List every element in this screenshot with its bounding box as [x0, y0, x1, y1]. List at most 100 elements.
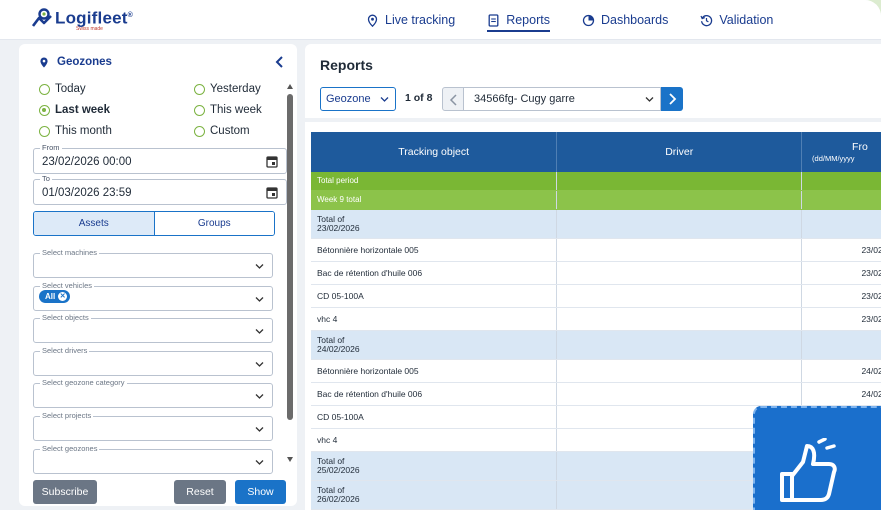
nav-validation[interactable]: Validation	[700, 0, 773, 40]
chevron-down-icon	[255, 297, 264, 302]
table-total-row[interactable]: Total of 23/02/2026	[311, 209, 881, 239]
cell-tracking-object: Week 9 total	[311, 190, 558, 210]
table-group-row[interactable]: Total period	[311, 172, 881, 191]
table-group-row[interactable]: Week 9 total	[311, 190, 881, 210]
top-navigation-bar: Logifleet® Swiss made Live tracking Repo…	[0, 0, 881, 40]
cell-driver	[556, 261, 803, 285]
select-objects[interactable]: Select objects	[33, 314, 273, 343]
pager-count: 1 of 8	[405, 92, 433, 104]
cell-tracking-object: Total of 23/02/2026	[311, 209, 558, 239]
table-row[interactable]: CD 05-100A 23/02/2026	[311, 284, 881, 308]
radio-checked-icon	[39, 104, 50, 116]
tab-assets[interactable]: Assets	[34, 212, 155, 235]
selected-chip-all[interactable]: All ✕	[39, 290, 71, 303]
calendar-icon[interactable]	[266, 155, 278, 168]
reset-button[interactable]: Reset	[174, 480, 226, 504]
filter-panel: Geozones Today Yesterday Last week This …	[19, 44, 297, 506]
calendar-icon[interactable]	[266, 186, 278, 199]
cell-tracking-object: vhc 4	[311, 307, 558, 331]
location-pin-icon	[40, 57, 48, 67]
brand-tagline: Swiss made	[76, 26, 103, 32]
filter-scrollbar[interactable]	[287, 84, 293, 462]
chip-remove-icon[interactable]: ✕	[58, 292, 68, 301]
radio-last-week[interactable]: Last week	[39, 102, 194, 118]
geozone-page-select[interactable]: 34566fg- Cugy garre	[464, 87, 661, 111]
cell-tracking-object: Total period	[311, 172, 558, 191]
cell-tracking-object: Total of 26/02/2026	[311, 480, 558, 510]
cell-driver	[556, 284, 803, 308]
cell-tracking-object: Bac de rétention d'huile 006	[311, 382, 558, 406]
previous-page-button[interactable]	[442, 87, 464, 111]
period-radio-group: Today Yesterday Last week This week This…	[39, 81, 289, 139]
collapse-panel-icon[interactable]	[273, 55, 287, 69]
subscribe-button[interactable]: Subscribe	[33, 480, 97, 504]
from-date-field[interactable]: From 23/02/2026 00:00	[33, 144, 287, 174]
cell-from-date	[801, 172, 881, 191]
radio-circle-icon	[39, 125, 50, 137]
radio-today[interactable]: Today	[39, 81, 194, 97]
cell-from-date: 23/02/2026	[801, 284, 881, 308]
nav-label: Validation	[719, 13, 774, 27]
cell-from-date: 24/02/2026	[801, 382, 881, 406]
cell-driver	[556, 172, 803, 191]
cell-driver	[556, 382, 803, 406]
column-driver[interactable]: Driver	[556, 132, 803, 172]
table-row[interactable]: vhc 4 23/02/2026	[311, 307, 881, 331]
chevron-down-icon	[255, 362, 264, 367]
table-total-row[interactable]: Total of 24/02/2026	[311, 330, 881, 360]
cell-from-date: 23/02/2026	[801, 261, 881, 285]
select-vehicles[interactable]: Select vehicles All ✕	[33, 282, 273, 311]
table-row[interactable]: Bétonnière horizontale 005 24/02/2026	[311, 359, 881, 383]
nav-label: Reports	[506, 13, 550, 27]
nav-reports[interactable]: Reports	[487, 0, 550, 40]
select-machines[interactable]: Select machines	[33, 249, 273, 278]
app-window: Logifleet® Swiss made Live tracking Repo…	[0, 0, 881, 510]
cell-tracking-object: Bac de rétention d'huile 006	[311, 261, 558, 285]
scrollbar-thumb[interactable]	[287, 94, 293, 420]
radio-circle-icon	[194, 125, 205, 137]
next-page-button[interactable]	[661, 87, 683, 111]
reports-header: Reports Geozone 1 of 8 34566fg- Cugy gar…	[305, 44, 881, 118]
chevron-down-icon	[255, 264, 264, 269]
cell-driver	[556, 330, 803, 360]
nav-live-tracking[interactable]: Live tracking	[366, 0, 455, 40]
radio-this-month[interactable]: This month	[39, 123, 194, 139]
select-geozones[interactable]: Select geozones	[33, 445, 273, 474]
scroll-down-arrow-icon[interactable]	[287, 457, 293, 462]
tab-groups[interactable]: Groups	[154, 212, 274, 235]
cell-from-date	[801, 209, 881, 239]
column-from[interactable]: Fro (dd/MM/yyyy	[801, 132, 881, 172]
report-type-select[interactable]: Geozone	[320, 87, 396, 111]
table-row[interactable]: Bac de rétention d'huile 006 23/02/2026	[311, 261, 881, 285]
show-button[interactable]: Show	[235, 480, 286, 504]
thumbs-up-icon	[780, 438, 837, 502]
radio-custom[interactable]: Custom	[194, 123, 294, 139]
cell-from-date: 23/02/2026	[801, 307, 881, 331]
table-row[interactable]: Bac de rétention d'huile 006 24/02/2026	[311, 382, 881, 406]
history-icon	[700, 14, 713, 26]
radio-yesterday[interactable]: Yesterday	[194, 81, 294, 97]
cell-from-date: 24/02/2026	[801, 359, 881, 383]
chevron-down-icon	[255, 460, 264, 465]
to-date-field[interactable]: To 01/03/2026 23:59	[33, 175, 287, 205]
cell-driver	[556, 238, 803, 262]
scroll-up-arrow-icon[interactable]	[287, 84, 293, 89]
cell-tracking-object: vhc 4	[311, 428, 558, 452]
feedback-badge[interactable]	[753, 406, 881, 510]
table-row[interactable]: Bétonnière horizontale 005 23/02/2026	[311, 238, 881, 262]
chevron-down-icon	[255, 394, 264, 399]
select-geozone-category[interactable]: Select geozone category	[33, 379, 273, 408]
cell-from-date	[801, 190, 881, 210]
select-drivers[interactable]: Select drivers	[33, 347, 273, 376]
cell-tracking-object: Bétonnière horizontale 005	[311, 238, 558, 262]
cell-tracking-object: Bétonnière horizontale 005	[311, 359, 558, 383]
cell-from-date: 23/02/2026	[801, 238, 881, 262]
select-projects[interactable]: Select projects	[33, 412, 273, 441]
cell-tracking-object: CD 05-100A	[311, 405, 558, 429]
table-header-row: Tracking object Driver Fro (dd/MM/yyyy	[311, 132, 881, 172]
column-tracking-object[interactable]: Tracking object	[311, 132, 558, 172]
nav-dashboards[interactable]: Dashboards	[582, 0, 668, 40]
logifleet-logo[interactable]: Logifleet® Swiss made	[32, 6, 133, 34]
radio-this-week[interactable]: This week	[194, 102, 294, 118]
cell-tracking-object: Total of 25/02/2026	[311, 451, 558, 481]
